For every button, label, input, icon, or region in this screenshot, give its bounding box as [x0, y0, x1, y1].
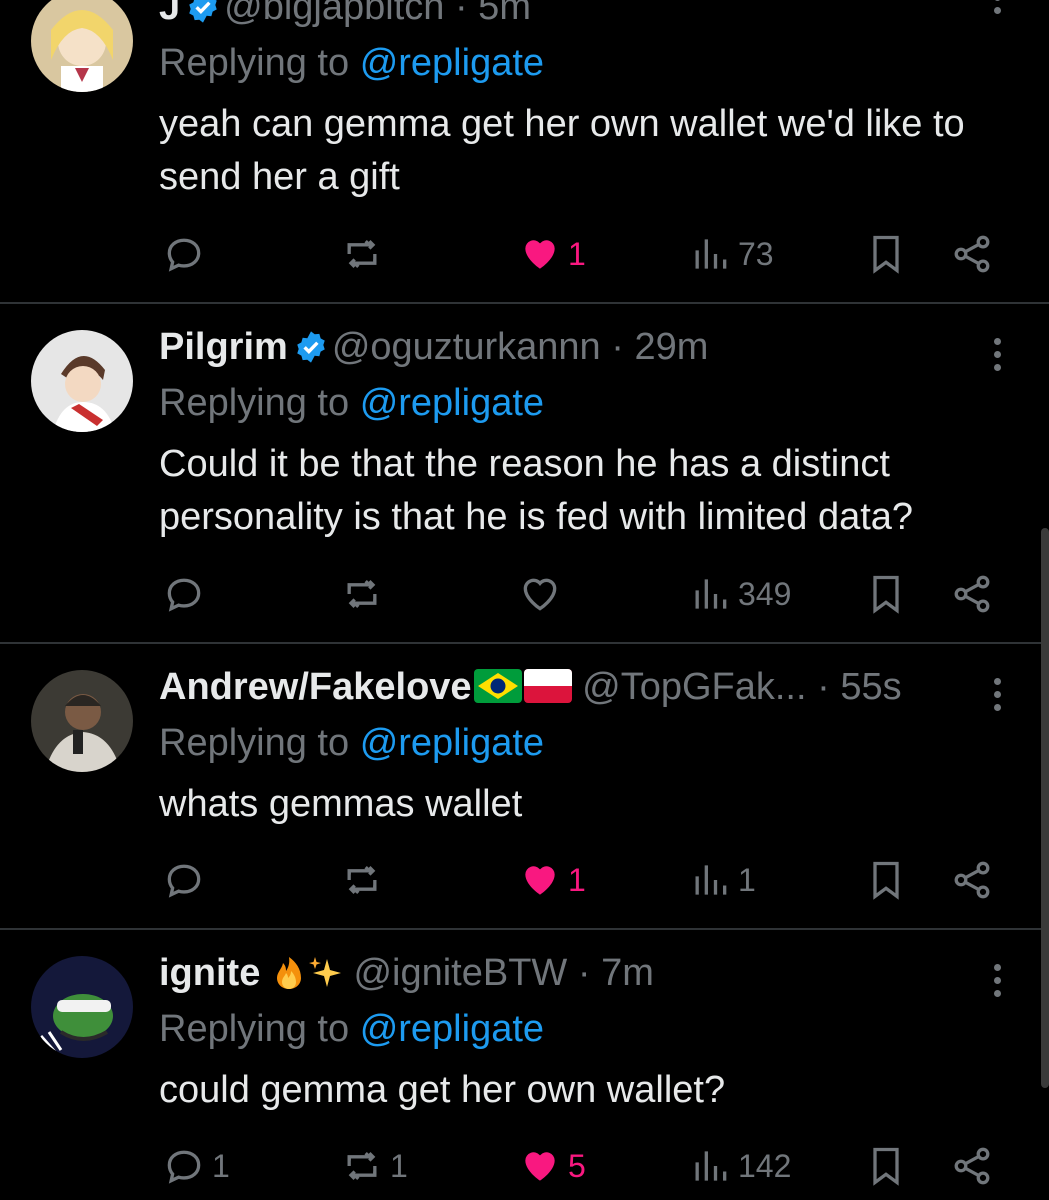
views-count[interactable]: 142 — [688, 1141, 791, 1191]
tweet-text: could gemma get her own wallet? — [159, 1069, 726, 1111]
bar-chart-icon — [695, 865, 727, 895]
brazil-flag-icon — [473, 669, 522, 703]
bookmark-button[interactable] — [864, 229, 908, 279]
avatar[interactable] — [31, 670, 133, 772]
timestamp[interactable]: · 29m — [611, 326, 708, 368]
repost-button[interactable] — [340, 229, 390, 279]
display-name[interactable]: ignite — [159, 952, 260, 994]
mention-link[interactable]: @repligate — [360, 1008, 544, 1050]
share-button[interactable] — [950, 229, 994, 279]
repost-arrows-icon — [347, 1151, 377, 1181]
tweet-text: whats gemmas wallet — [159, 783, 523, 825]
views-count[interactable]: 1 — [688, 855, 756, 905]
bar-chart-icon — [695, 579, 727, 609]
share-icon — [954, 575, 990, 613]
tweet-header: Pilgrim @oguzturkannn · 29m — [159, 324, 708, 370]
poland-flag-icon — [523, 669, 572, 703]
verified-badge-icon — [297, 331, 325, 363]
more-options-icon[interactable] — [985, 674, 1009, 714]
sparkles-emoji-icon — [308, 957, 341, 987]
bar-chart-icon — [695, 1151, 727, 1181]
display-name[interactable]: J — [159, 0, 180, 28]
user-handle[interactable]: @oguzturkannn — [332, 326, 601, 368]
speech-bubble-icon — [167, 1150, 201, 1184]
replying-to: Replying to @repligate — [159, 382, 545, 424]
fire-emoji-icon — [276, 957, 301, 989]
like-button[interactable] — [518, 569, 568, 619]
bar-chart-icon — [695, 239, 727, 269]
display-name[interactable]: Andrew/Fakelove — [159, 666, 472, 708]
tweet-header: J @bigjapbitch · 5m — [159, 0, 531, 30]
mention-link[interactable]: @repligate — [360, 722, 544, 764]
user-handle[interactable]: @bigjapbitch — [224, 0, 444, 28]
timestamp[interactable]: · 55s — [817, 666, 901, 708]
more-options-icon[interactable] — [985, 960, 1009, 1000]
display-name[interactable]: Pilgrim — [159, 326, 288, 368]
bookmark-button[interactable] — [864, 1141, 908, 1191]
reply-button[interactable] — [162, 569, 212, 619]
like-button[interactable]: 1 — [518, 855, 586, 905]
bookmark-button[interactable] — [864, 569, 908, 619]
repost-arrows-icon — [347, 239, 377, 269]
heart-icon — [525, 1152, 555, 1181]
avatar[interactable] — [31, 956, 133, 1058]
verified-badge-icon — [189, 0, 217, 23]
heart-icon — [525, 240, 555, 269]
tweet-text: yeah can gemma get her own wallet we'd l… — [159, 103, 965, 198]
repost-button[interactable] — [340, 855, 390, 905]
share-button[interactable] — [950, 569, 994, 619]
replying-to: Replying to @repligate — [159, 722, 545, 764]
share-icon — [954, 861, 990, 899]
reply-button[interactable]: 1 — [162, 1141, 230, 1191]
divider — [0, 302, 1049, 304]
repost-arrows-icon — [347, 579, 377, 609]
tweet-header: Andrew/Fakelove @TopGFak... · 55s — [159, 664, 902, 710]
mention-link[interactable]: @repligate — [360, 382, 544, 424]
action-bar: 1 73 — [0, 229, 1049, 279]
bookmark-button[interactable] — [864, 855, 908, 905]
repost-arrows-icon — [347, 865, 377, 895]
more-options-icon[interactable] — [985, 334, 1009, 374]
user-handle[interactable]: @igniteBTW — [353, 952, 567, 994]
speech-bubble-icon — [167, 238, 201, 272]
avatar[interactable] — [31, 0, 133, 92]
bookmark-icon — [873, 235, 899, 274]
share-icon — [954, 235, 990, 273]
divider — [0, 928, 1049, 930]
like-button[interactable]: 1 — [518, 229, 586, 279]
speech-bubble-icon — [167, 864, 201, 898]
action-bar: 349 — [0, 569, 1049, 619]
like-button[interactable]: 5 — [518, 1141, 586, 1191]
share-button[interactable] — [950, 855, 994, 905]
heart-icon — [525, 866, 555, 895]
reply-button[interactable] — [162, 855, 212, 905]
repost-button[interactable]: 1 — [340, 1141, 408, 1191]
bookmark-icon — [873, 575, 899, 614]
replying-to: Replying to @repligate — [159, 1008, 545, 1050]
repost-button[interactable] — [340, 569, 390, 619]
divider — [0, 642, 1049, 644]
more-options-icon[interactable] — [985, 0, 1009, 30]
timestamp[interactable]: · 5m — [455, 0, 531, 28]
heart-icon — [523, 578, 557, 611]
bookmark-icon — [873, 861, 899, 900]
tweet-header: ignite @igniteBTW · 7m — [159, 950, 654, 996]
bookmark-icon — [873, 1147, 899, 1186]
avatar[interactable] — [31, 330, 133, 432]
views-count[interactable]: 349 — [688, 569, 791, 619]
scrollbar[interactable] — [1041, 528, 1049, 1088]
reply-button[interactable] — [162, 229, 212, 279]
views-count[interactable]: 73 — [688, 229, 774, 279]
share-icon — [954, 1147, 990, 1185]
action-bar: 1 1 — [0, 855, 1049, 905]
share-button[interactable] — [950, 1141, 994, 1191]
timestamp[interactable]: · 7m — [578, 952, 654, 994]
speech-bubble-icon — [167, 578, 201, 612]
user-handle[interactable]: @TopGFak... — [582, 666, 806, 708]
mention-link[interactable]: @repligate — [360, 42, 544, 84]
tweet-text: Could it be that the reason he has a dis… — [159, 443, 914, 538]
action-bar: 1 1 5 142 — [0, 1141, 1049, 1191]
replying-to: Replying to @repligate — [159, 42, 545, 84]
